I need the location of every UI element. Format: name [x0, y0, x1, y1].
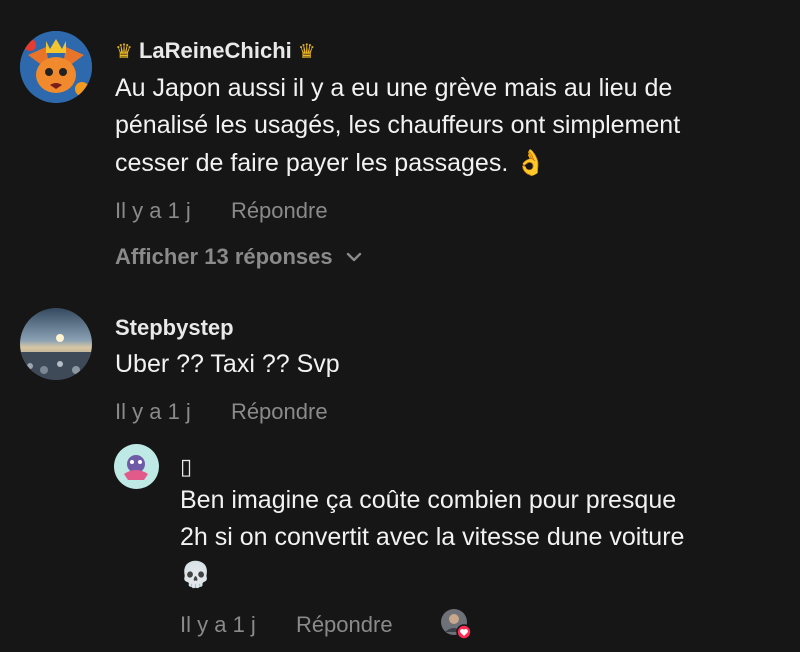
reply-button[interactable]: Répondre [296, 612, 393, 637]
comment-text: Ben imagine ça coûte combien pour presqu… [180, 486, 685, 589]
comment-text: Uber ?? Taxi ?? Svp [115, 350, 340, 378]
skull-emoji: 💀 [180, 560, 212, 589]
creator-avatar-icon [441, 609, 472, 640]
crown-icon: ♛ [297, 40, 316, 63]
timestamp: Il y a 1 j [115, 198, 191, 223]
reply-button[interactable]: Répondre [231, 399, 328, 424]
avatar[interactable] [114, 444, 159, 489]
avatar[interactable] [20, 308, 92, 380]
comment-meta: Il y a 1 j Répondre [115, 198, 328, 224]
username[interactable]: ▯ [180, 454, 192, 480]
chihuahua-avatar-icon [20, 31, 92, 103]
comment-meta: Il y a 1 j Répondre [115, 399, 328, 425]
timestamp: Il y a 1 j [115, 399, 191, 424]
creator-like-badge [440, 608, 472, 640]
chevron-down-icon [346, 252, 361, 262]
reply-button[interactable]: Répondre [231, 198, 328, 223]
ok-hand-emoji: 👌 [515, 148, 547, 177]
comment-text: Au Japon aussi il y a eu une grève mais … [115, 74, 681, 177]
cartoon-avatar-icon [114, 444, 159, 489]
avatar[interactable] [20, 31, 92, 103]
crown-icon: ♛ [115, 40, 133, 63]
show-replies-button[interactable]: Afficher 13 réponses [115, 244, 363, 270]
username[interactable]: ♛ LaReineChichi ♛ [115, 38, 316, 64]
comment-meta: Il y a 1 j Répondre [180, 612, 393, 638]
sunset-beach-avatar-icon [20, 308, 92, 380]
timestamp: Il y a 1 j [180, 612, 256, 637]
username[interactable]: Stepbystep [115, 315, 234, 341]
